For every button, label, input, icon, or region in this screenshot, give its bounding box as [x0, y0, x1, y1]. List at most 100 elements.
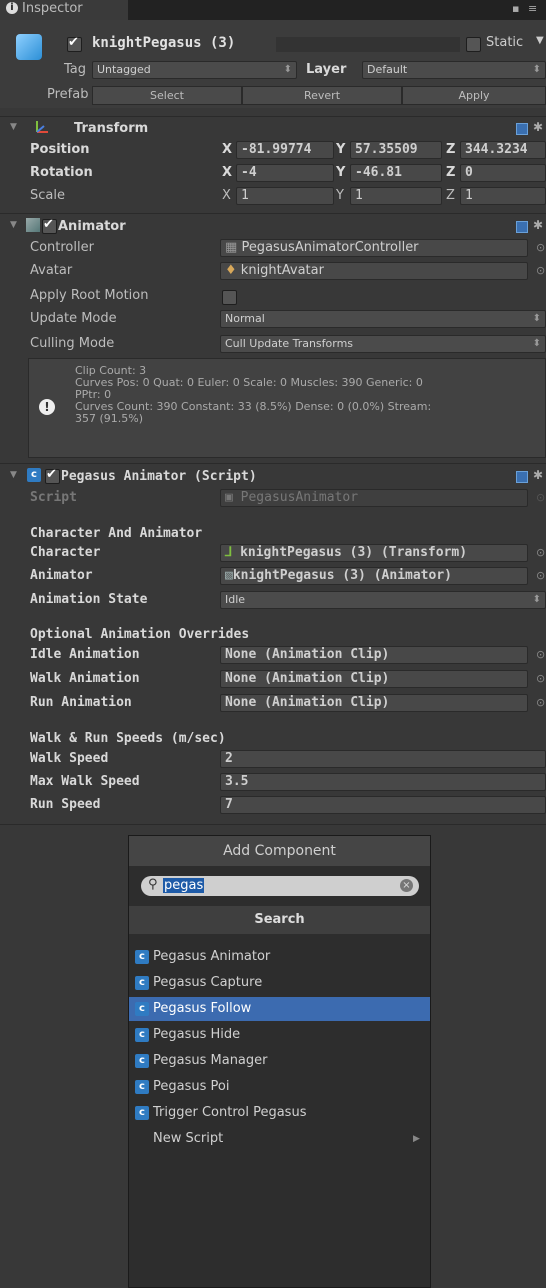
script-label: Script [30, 490, 77, 505]
axis-z-label: Z [446, 165, 456, 180]
gear-icon[interactable]: ✱ [533, 218, 543, 232]
animator-info-box: ! Clip Count: 3 Curves Pos: 0 Quat: 0 Eu… [28, 358, 546, 458]
prefab-revert-button[interactable]: Revert [242, 86, 402, 105]
component-item-label: Pegasus Poi [153, 1079, 230, 1094]
script-component-title: Pegasus Animator (Script) [61, 469, 257, 484]
info-icon: i [6, 2, 18, 14]
culling-mode-dropdown[interactable]: Cull Update Transforms ⬍ [220, 335, 546, 353]
static-label: Static [486, 35, 524, 50]
position-x-field[interactable]: -81.99774 [236, 141, 334, 159]
walk-animation-row: Walk Animation None (Animation Clip) ⊙ [0, 668, 546, 691]
help-icon[interactable] [516, 471, 528, 483]
culling-mode-label: Culling Mode [30, 336, 115, 351]
axis-x-label: X [222, 165, 233, 180]
scale-x-field[interactable]: 1 [236, 187, 334, 205]
component-item-label: Pegasus Manager [153, 1053, 268, 1068]
component-search-input[interactable]: ⚲ pegas × [141, 876, 419, 896]
add-component-title[interactable]: Add Component [129, 836, 430, 866]
tag-dropdown[interactable]: Untagged ⬍ [92, 61, 297, 79]
max-walk-speed-field[interactable]: 3.5 [220, 773, 546, 791]
position-y-field[interactable]: 57.35509 [350, 141, 442, 159]
character-field[interactable]: ⅃ knightPegasus (3) (Transform) [220, 544, 528, 562]
object-name[interactable]: knightPegasus (3) [92, 35, 235, 51]
rotation-label: Rotation [30, 165, 93, 180]
menu-icon[interactable]: ≡ [528, 2, 537, 15]
scale-z-field[interactable]: 1 [460, 187, 546, 205]
layer-dropdown[interactable]: Default ⬍ [362, 61, 546, 79]
object-picker-icon[interactable]: ⊙ [536, 648, 545, 661]
lock-icon[interactable]: ▪ [512, 2, 519, 15]
component-item[interactable]: c Pegasus Hide [129, 1023, 430, 1047]
component-item-label: Trigger Control Pegasus [153, 1105, 307, 1120]
object-picker-icon[interactable]: ⊙ [536, 241, 545, 254]
rotation-y-field[interactable]: -46.81 [350, 164, 442, 182]
axis-x-label: X [222, 188, 231, 203]
script-value: PegasusAnimator [240, 490, 359, 505]
rotation-x-field[interactable]: -4 [236, 164, 334, 182]
foldout-arrow-icon[interactable]: ▼ [10, 470, 17, 480]
object-picker-icon[interactable]: ⊙ [536, 696, 545, 709]
foldout-arrow-icon[interactable]: ▼ [10, 122, 17, 132]
root-motion-label: Apply Root Motion [30, 288, 149, 303]
idle-animation-field[interactable]: None (Animation Clip) [220, 646, 528, 664]
animator-ref-field[interactable]: ▧knightPegasus (3) (Animator) [220, 567, 528, 585]
update-mode-value: Normal [225, 312, 265, 325]
component-item-label: Pegasus Capture [153, 975, 263, 990]
axis-z-label: Z [446, 142, 456, 157]
culling-mode-value: Cull Update Transforms [225, 337, 354, 350]
axis-y-label: Y [336, 188, 344, 203]
object-picker-icon[interactable]: ⊙ [536, 264, 545, 277]
culling-mode-row: Culling Mode Cull Update Transforms ⬍ [0, 333, 546, 356]
tab-inspector[interactable]: i Inspector [0, 0, 128, 20]
component-item[interactable]: c Pegasus Manager [129, 1049, 430, 1073]
controller-field[interactable]: ▦ PegasusAnimatorController [220, 239, 528, 257]
script-enabled-checkbox[interactable] [45, 467, 60, 484]
rotation-row: Rotation X -4 Y -46.81 Z 0 [0, 162, 546, 185]
component-item-selected[interactable]: c Pegasus Follow [129, 997, 430, 1021]
static-checkbox[interactable] [466, 37, 481, 52]
walk-animation-field[interactable]: None (Animation Clip) [220, 670, 528, 688]
axis-y-label: Y [336, 142, 346, 157]
axis-z-label: Z [446, 188, 455, 203]
chevron-down-icon: ⬍ [532, 338, 541, 349]
foldout-arrow-icon[interactable]: ▼ [10, 220, 17, 230]
position-z-field[interactable]: 344.3234 [460, 141, 546, 159]
root-motion-checkbox[interactable] [222, 290, 237, 305]
run-animation-field[interactable]: None (Animation Clip) [220, 694, 528, 712]
object-picker-icon[interactable]: ⊙ [536, 546, 545, 559]
csharp-script-icon: c [135, 1001, 149, 1016]
scale-y-field[interactable]: 1 [350, 187, 442, 205]
component-item[interactable]: c Trigger Control Pegasus [129, 1101, 430, 1125]
animator-title: Animator [58, 219, 126, 234]
animation-state-dropdown[interactable]: Idle ⬍ [220, 591, 546, 609]
component-item[interactable]: c Pegasus Poi [129, 1075, 430, 1099]
root-motion-row: Apply Root Motion [0, 285, 546, 308]
component-item-label: Pegasus Animator [153, 949, 271, 964]
clear-search-icon[interactable]: × [400, 879, 413, 892]
component-item[interactable]: c Pegasus Animator [129, 945, 430, 969]
update-mode-dropdown[interactable]: Normal ⬍ [220, 310, 546, 328]
new-script-item[interactable]: New Script ▶ [129, 1127, 430, 1151]
rotation-z-field[interactable]: 0 [460, 164, 546, 182]
gear-icon[interactable]: ✱ [533, 468, 543, 482]
run-animation-label: Run Animation [30, 695, 132, 710]
transform-icon: ⅃ [225, 545, 233, 560]
animator-enabled-checkbox[interactable] [42, 217, 57, 234]
object-header: knightPegasus (3) Static ▼ Tag Untagged ⬍… [0, 20, 546, 108]
help-icon[interactable] [516, 123, 528, 135]
run-speed-field[interactable]: 7 [220, 796, 546, 814]
prefab-button-row: Select Revert Apply [92, 86, 546, 105]
walk-speed-field[interactable]: 2 [220, 750, 546, 768]
component-item[interactable]: c Pegasus Capture [129, 971, 430, 995]
gear-icon[interactable]: ✱ [533, 120, 543, 134]
help-icon[interactable] [516, 221, 528, 233]
avatar-field[interactable]: ♦ knightAvatar [220, 262, 528, 280]
walk-speed-row: Walk Speed 2 [0, 748, 546, 771]
active-checkbox[interactable] [67, 35, 82, 52]
static-dropdown-icon[interactable]: ▼ [536, 35, 544, 46]
prefab-select-button[interactable]: Select [92, 86, 242, 105]
layer-label: Layer [306, 62, 347, 77]
object-picker-icon[interactable]: ⊙ [536, 672, 545, 685]
prefab-apply-button[interactable]: Apply [402, 86, 546, 105]
object-picker-icon[interactable]: ⊙ [536, 569, 545, 582]
